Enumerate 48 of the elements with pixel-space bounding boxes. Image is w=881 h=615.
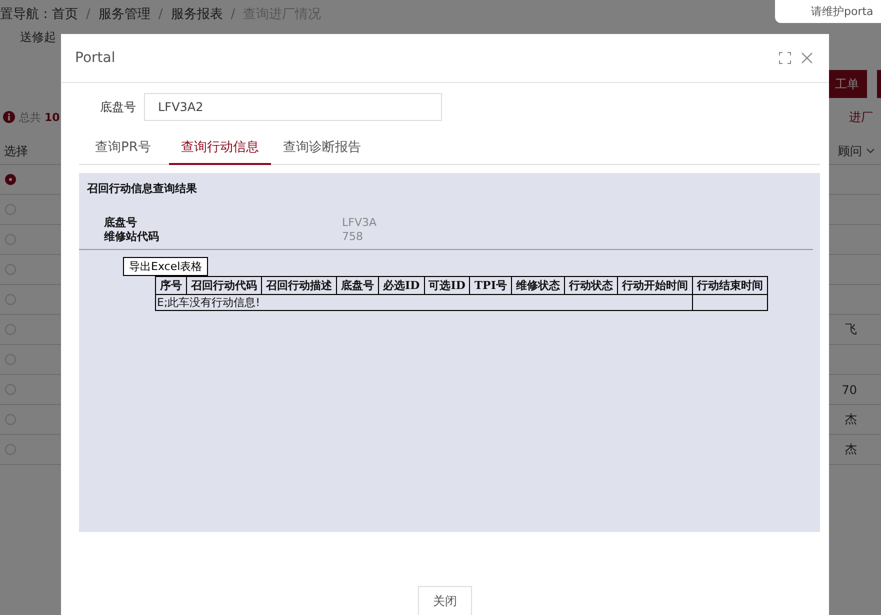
close-icon[interactable] <box>801 52 813 64</box>
export-button[interactable]: 导出Excel表格 <box>123 257 208 276</box>
column-header: 选择 <box>4 142 28 160</box>
tab[interactable]: 查询诊断报告 <box>270 130 373 165</box>
close-button[interactable]: 关闭 <box>418 586 472 615</box>
table-cell: 杰 <box>845 411 857 428</box>
column-header: 行动状态 <box>564 276 618 294</box>
table-cell: 飞 <box>845 321 857 338</box>
breadcrumb-item[interactable]: 首页 <box>52 5 78 23</box>
total-count: 总共 10 <box>19 110 60 124</box>
notice-popup: 请维护porta <box>775 0 881 23</box>
column-header: 行动结束时间 <box>692 276 768 294</box>
side-link[interactable]: 进厂 <box>849 108 873 126</box>
breadcrumb-separator: / <box>158 6 163 22</box>
breadcrumb-separator: / <box>86 6 90 22</box>
column-header: 序号 <box>156 276 186 294</box>
column-header: TPI号 <box>470 276 512 294</box>
filter-label: 送修起 <box>20 28 56 46</box>
maximize-icon[interactable] <box>779 52 791 64</box>
breadcrumb-separator: / <box>230 6 236 22</box>
breadcrumb-item[interactable]: 服务报表 <box>170 5 223 23</box>
table-cell: 70 <box>842 382 857 396</box>
info-label: 底盘号 <box>104 216 138 230</box>
radio-button[interactable] <box>5 174 16 185</box>
action-button[interactable]: 工单 <box>827 70 867 98</box>
table-cell: 杰 <box>845 441 857 458</box>
breadcrumb-item[interactable]: 服务管理 <box>98 5 150 23</box>
column-header[interactable]: 顾问 <box>838 142 862 160</box>
column-header: 维修状态 <box>511 276 564 294</box>
info-value: 758 <box>342 230 364 244</box>
info-label: 维修站代码 <box>104 230 160 244</box>
info-value: LFV3A <box>342 216 378 230</box>
column-header: 行动开始时间 <box>617 276 692 294</box>
result-title: 召回行动信息查询结果 <box>87 181 198 196</box>
column-header: 召回行动描述 <box>262 276 336 294</box>
info-icon <box>3 111 15 123</box>
column-header: 必选ID <box>378 276 424 294</box>
dialog-title: Portal <box>75 50 116 66</box>
field-label: 底盘号 <box>100 98 136 116</box>
chassis-number-field[interactable]: LFV3A2 <box>144 93 442 121</box>
table-message: E;此车没有行动信息! <box>156 294 692 310</box>
chevron-down-icon[interactable] <box>866 148 875 154</box>
breadcrumb-label: 置导航： <box>0 6 52 23</box>
column-header: 可选ID <box>424 276 470 294</box>
column-header: 底盘号 <box>336 276 378 294</box>
tab[interactable]: 查询PR号 <box>79 130 163 165</box>
column-header: 召回行动代码 <box>186 276 262 294</box>
tab[interactable]: 查询行动信息 <box>168 130 271 165</box>
